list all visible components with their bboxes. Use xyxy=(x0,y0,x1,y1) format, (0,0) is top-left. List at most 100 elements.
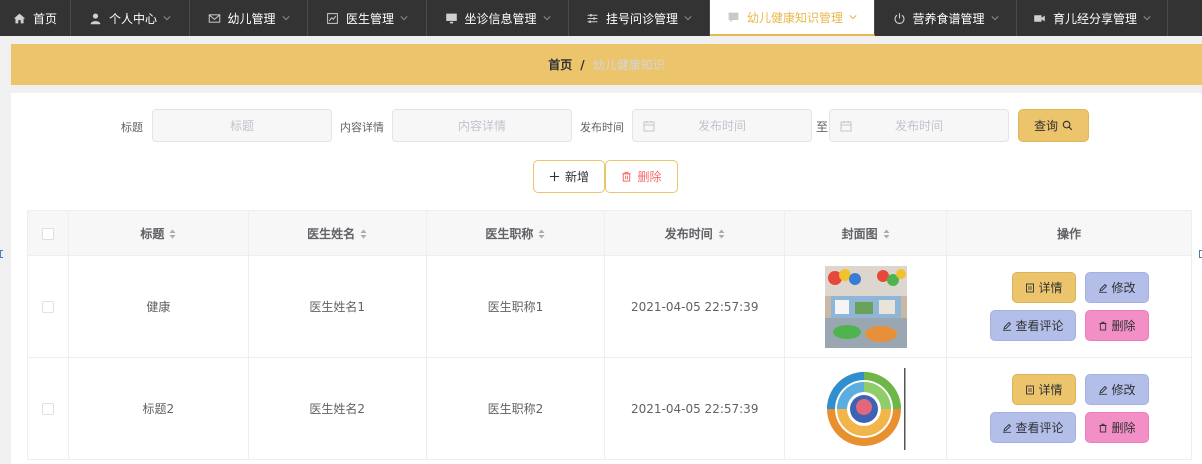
user-icon xyxy=(89,11,103,25)
breadcrumb-current: 幼儿健康知识 xyxy=(592,58,665,72)
select-all-checkbox[interactable] xyxy=(41,227,54,240)
chevron-down-icon xyxy=(542,14,551,22)
chevron-down-icon xyxy=(849,13,857,21)
nav-item-label: 幼儿健康知识管理 xyxy=(746,10,843,25)
breadcrumb-home[interactable]: 首页 xyxy=(548,56,572,73)
cell-cover xyxy=(784,255,948,358)
detail-button-label: 详情 xyxy=(1038,383,1063,397)
nav-item-clinic-info-management[interactable]: 坐诊信息管理 xyxy=(427,0,569,36)
nav-item-label: 育儿经分享管理 xyxy=(1052,11,1137,26)
header-label: 医生姓名 xyxy=(307,226,356,241)
document-icon xyxy=(1025,385,1034,394)
query-button-label: 查询 xyxy=(1033,119,1058,133)
view-comments-button[interactable]: 查看评论 xyxy=(989,412,1076,443)
detail-button[interactable]: 详情 xyxy=(1011,374,1076,405)
content-input[interactable]: 内容详情 xyxy=(392,109,572,142)
nav-item-label: 坐诊信息管理 xyxy=(464,11,537,26)
cover-image-infographic[interactable] xyxy=(824,367,907,450)
delete-button[interactable]: 删除 xyxy=(1084,310,1149,341)
view-comments-button[interactable]: 查看评论 xyxy=(989,310,1076,341)
publish-time-end-input[interactable]: 发布时间 xyxy=(829,109,1009,142)
nav-item-label: 首页 xyxy=(32,11,57,26)
detail-button[interactable]: 详情 xyxy=(1011,272,1076,303)
nav-item-parenting-share-management[interactable]: 育儿经分享管理 xyxy=(1017,0,1168,36)
trash-icon xyxy=(622,171,632,182)
sort-icon[interactable] xyxy=(538,229,545,239)
nav-item-home[interactable]: 首页 xyxy=(0,0,71,36)
column-header-cover[interactable]: 封面图 xyxy=(784,210,948,256)
batch-delete-button[interactable]: 删除 xyxy=(605,160,678,193)
header-label: 医生职称 xyxy=(485,226,534,241)
cell-doctor-name: 医生姓名1 xyxy=(247,255,427,358)
edit-icon xyxy=(1002,321,1011,331)
nav-item-child-health-knowledge-management[interactable]: 幼儿健康知识管理 xyxy=(710,0,875,36)
row-checkbox[interactable] xyxy=(41,301,54,313)
header-label: 封面图 xyxy=(841,226,878,241)
column-header-actions: 操作 xyxy=(946,210,1192,256)
query-button[interactable]: 查询 xyxy=(1018,109,1089,142)
edit-icon xyxy=(1098,385,1107,395)
power-icon xyxy=(892,11,906,25)
edit-button[interactable]: 修改 xyxy=(1084,374,1149,405)
nav-item-label: 营养食谱管理 xyxy=(912,11,985,26)
column-header-title[interactable]: 标题 xyxy=(67,210,249,256)
publish-time-start-input[interactable]: 发布时间 xyxy=(632,109,812,142)
row-checkbox[interactable] xyxy=(41,403,54,415)
cell-cover xyxy=(784,357,948,460)
delete-button[interactable]: 删除 xyxy=(1084,412,1149,443)
chevron-down-icon xyxy=(684,14,692,22)
column-header-doctor-rank[interactable]: 医生职称 xyxy=(425,210,606,256)
edit-icon xyxy=(1002,423,1011,433)
delete-button-label: 删除 xyxy=(1111,319,1136,333)
edit-button-label: 修改 xyxy=(1111,383,1136,397)
row-select-cell xyxy=(27,357,69,460)
title-input[interactable]: 标题 xyxy=(152,109,332,142)
cover-image-classroom[interactable] xyxy=(824,265,907,348)
nav-item-label: 幼儿管理 xyxy=(227,11,276,26)
breadcrumb: 首页 / 幼儿健康知识 xyxy=(11,44,1202,85)
cell-doctor-rank: 医生职称1 xyxy=(425,255,606,358)
cell-publish-time: 2021-04-05 22:57:39 xyxy=(604,357,786,460)
chevron-down-icon xyxy=(400,14,408,22)
sort-icon[interactable] xyxy=(169,229,176,239)
document-icon xyxy=(1025,283,1034,292)
edit-button[interactable]: 修改 xyxy=(1084,272,1149,303)
cell-actions: 详情 修改 查看评论 删除 xyxy=(946,357,1192,460)
sort-icon[interactable] xyxy=(360,229,367,239)
add-button-label: 新增 xyxy=(564,170,589,184)
monitor-icon xyxy=(444,11,458,25)
trash-icon xyxy=(1099,423,1106,432)
edit-icon xyxy=(1098,283,1107,293)
publish-time-label: 发布时间 xyxy=(580,121,624,134)
column-header-doctor-name[interactable]: 医生姓名 xyxy=(247,210,427,256)
sort-icon[interactable] xyxy=(883,229,890,239)
nav-item-child-management[interactable]: 幼儿管理 xyxy=(190,0,308,36)
nav-item-registration-management[interactable]: 挂号问诊管理 xyxy=(569,0,710,36)
cell-doctor-name: 医生姓名2 xyxy=(247,357,427,460)
sliders-icon xyxy=(586,11,600,25)
content-placeholder: 内容详情 xyxy=(457,119,506,133)
nav-item-doctor-management[interactable]: 医生管理 xyxy=(308,0,427,36)
nav-item-personal-center[interactable]: 个人中心 xyxy=(71,0,190,36)
calendar-icon xyxy=(840,121,852,132)
nav-item-label: 挂号问诊管理 xyxy=(605,11,678,26)
range-separator: 至 xyxy=(816,120,829,134)
cell-title: 标题2 xyxy=(67,357,249,460)
column-header-publish-time[interactable]: 发布时间 xyxy=(604,210,786,256)
header-label: 标题 xyxy=(140,226,165,241)
left-edge-marker xyxy=(0,250,3,258)
publish-time-start-placeholder: 发布时间 xyxy=(697,119,746,133)
header-label: 操作 xyxy=(1057,226,1082,241)
chevron-down-icon xyxy=(1143,14,1151,22)
add-button[interactable]: 新增 xyxy=(533,160,605,193)
calendar-icon xyxy=(643,121,655,132)
title-placeholder: 标题 xyxy=(229,119,254,133)
table-row: 标题2 医生姓名2 医生职称2 2021-04-05 22:57:39 详情 修… xyxy=(27,357,1192,460)
home-icon xyxy=(13,11,27,25)
select-all-cell xyxy=(27,210,69,256)
cell-doctor-rank: 医生职称2 xyxy=(425,357,606,460)
sort-icon[interactable] xyxy=(718,229,725,239)
data-table: 标题 医生姓名 医生职称 发布时间 封面图 操作 健康 医生姓名1 医生职称1 … xyxy=(27,210,1192,460)
nav-item-nutrition-recipe-management[interactable]: 营养食谱管理 xyxy=(875,0,1017,36)
chat-icon xyxy=(727,10,741,24)
